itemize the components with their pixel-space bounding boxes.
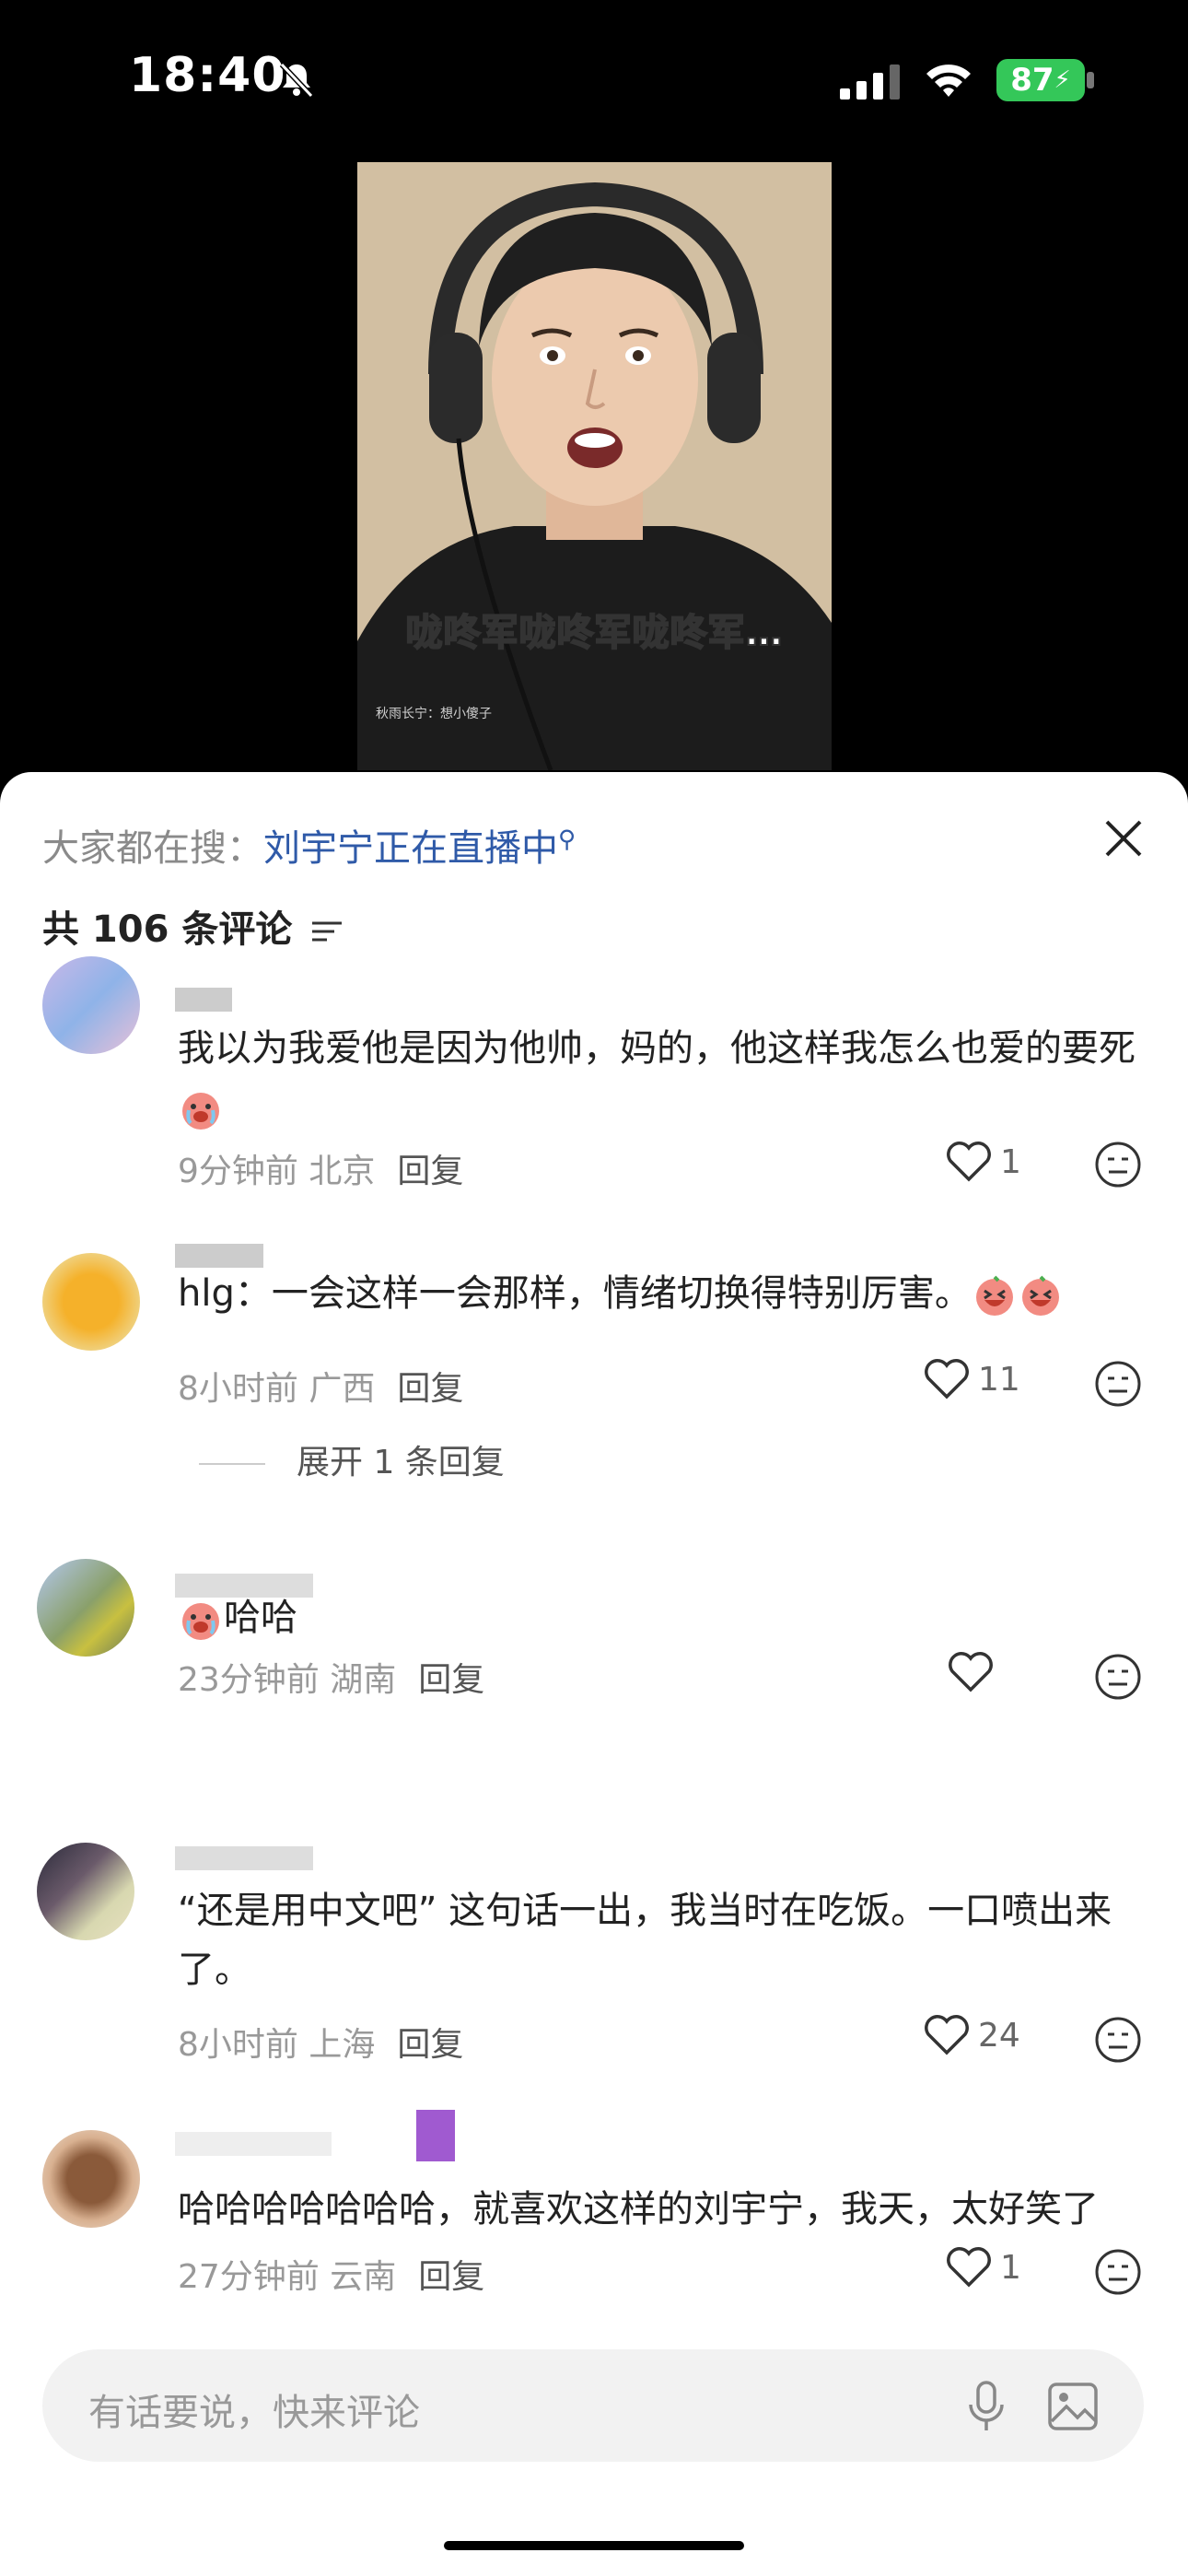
comment-input-placeholder: 有话要说，快来评论	[88, 2392, 420, 2434]
dislike-face-icon[interactable]	[1094, 2248, 1142, 2296]
status-time: 18:40	[129, 48, 286, 103]
comment-time: 8小时前	[178, 2026, 298, 2064]
comment-count: 共 106 条评论	[42, 899, 344, 953]
heart-icon	[925, 2015, 969, 2055]
expand-replies-label: 展开 1 条回复	[297, 1444, 505, 1481]
comment-meta: 9分钟前 北京 回复	[178, 1144, 463, 1192]
status-bar: 18:40 87 ⚡	[0, 0, 1188, 157]
comment-text: 哈哈哈哈哈哈哈，就喜欢这样的刘宇宁，我天，太好笑了	[178, 2180, 1145, 2239]
like-button[interactable]: 24	[923, 2014, 1020, 2056]
comment-time: 8小时前	[178, 1370, 298, 1408]
battery-indicator: 87 ⚡	[996, 59, 1085, 101]
laughing-emoji-icon	[1021, 1275, 1059, 1316]
comment-count-text: 共 106 条评论	[42, 908, 293, 951]
reply-button[interactable]: 回复	[397, 1153, 463, 1190]
expand-replies-button[interactable]: 展开 1 条回复	[199, 1435, 505, 1483]
like-count: 24	[978, 2016, 1020, 2055]
comment-time: 9分钟前	[178, 1153, 298, 1190]
home-indicator	[444, 2541, 744, 2550]
comment-text-content: hlg：一会这样一会那样，情绪切换得特别厉害。	[178, 1272, 972, 1315]
dislike-face-icon[interactable]	[1094, 1653, 1142, 1701]
search-link[interactable]: 刘宇宁正在直播中	[263, 827, 558, 870]
comment-input[interactable]: 有话要说，快来评论	[42, 2349, 1144, 2462]
reply-button[interactable]: 回复	[397, 1370, 463, 1408]
like-button[interactable]: 1	[945, 1141, 1021, 1183]
like-count: 1	[1000, 2248, 1021, 2287]
reply-button[interactable]: 回复	[397, 2026, 463, 2064]
search-icon: ⚲	[558, 825, 577, 854]
wifi-icon	[926, 64, 971, 97]
avatar[interactable]	[42, 1253, 140, 1351]
comment-meta: 8小时前 广西 回复	[178, 1362, 463, 1410]
search-suggestion[interactable]: 大家都在搜：刘宇宁正在直播中⚲	[42, 818, 576, 872]
comment-location: 云南	[330, 2258, 397, 2296]
heart-icon	[947, 1142, 991, 1182]
signal-icon	[840, 64, 900, 100]
reply-button[interactable]: 回复	[418, 2258, 484, 2296]
reply-button[interactable]: 回复	[418, 1661, 484, 1699]
username-blurred[interactable]	[175, 988, 232, 1012]
laughing-emoji-icon	[975, 1275, 1013, 1316]
sort-icon[interactable]	[310, 918, 344, 945]
comment-time: 23分钟前	[178, 1661, 320, 1699]
comment-meta: 23分钟前 湖南 回复	[178, 1653, 484, 1701]
battery-level: 87	[1010, 62, 1054, 99]
heart-icon	[947, 2247, 991, 2288]
avatar[interactable]	[42, 956, 140, 1054]
comment-meta: 8小时前 上海 回复	[178, 2018, 463, 2066]
close-icon[interactable]	[1098, 813, 1149, 864]
username-blurred[interactable]	[175, 2132, 332, 2156]
comment-text: 我以为我爱他是因为他帅，妈的，他这样我怎么也爱的要死	[178, 1019, 1145, 1137]
search-prefix: 大家都在搜：	[42, 827, 263, 870]
comment-time: 27分钟前	[178, 2258, 320, 2296]
comment-text: “还是用中文吧” 这句话一出，我当时在吃饭。一口喷出来了。	[178, 1881, 1145, 1999]
danmaku-text: 秋雨长宁：想小傻子	[376, 707, 492, 721]
comment-text-content: 哈哈哈哈哈哈哈，就喜欢这样的刘宇宁，我天，太好笑了	[178, 2188, 1099, 2231]
dislike-face-icon[interactable]	[1094, 1360, 1142, 1408]
comment-text-content: “还是用中文吧” 这句话一出，我当时在吃饭。一口喷出来了。	[178, 1890, 1112, 1991]
comment-text: hlg：一会这样一会那样，情绪切换得特别厉害。	[178, 1264, 1145, 1323]
comment-text: 哈哈	[178, 1588, 1145, 1647]
like-count: 11	[978, 1360, 1020, 1399]
comment-location: 湖南	[330, 1661, 397, 1699]
like-button[interactable]: 1	[945, 2246, 1021, 2289]
like-button[interactable]	[947, 1651, 1002, 1693]
comment-text-content: 我以为我爱他是因为他帅，妈的，他这样我怎么也爱的要死	[178, 1027, 1136, 1070]
video-frame	[357, 162, 832, 770]
heart-icon	[949, 1652, 993, 1692]
avatar[interactable]	[37, 1843, 134, 1940]
battery-cap	[1087, 72, 1094, 88]
avatar[interactable]	[37, 1559, 134, 1657]
comment-meta: 27分钟前 云南 回复	[178, 2250, 484, 2298]
crying-emoji-icon	[182, 1603, 219, 1640]
comment-location: 北京	[309, 1153, 376, 1190]
dislike-face-icon[interactable]	[1094, 1141, 1142, 1188]
like-count: 1	[1000, 1142, 1021, 1181]
like-button[interactable]: 11	[923, 1358, 1020, 1400]
expand-divider	[199, 1463, 265, 1465]
user-badge	[416, 2110, 455, 2161]
image-icon[interactable]	[1046, 2381, 1100, 2432]
avatar[interactable]	[42, 2130, 140, 2228]
dislike-face-icon[interactable]	[1094, 2016, 1142, 2064]
heart-icon	[925, 1359, 969, 1399]
username-blurred[interactable]	[175, 1846, 313, 1870]
comment-location: 广西	[309, 1370, 376, 1408]
crying-emoji-icon	[182, 1093, 219, 1130]
video-player[interactable]: 咙咚军咙咚军咙咚军… 秋雨长宁：想小傻子	[357, 162, 832, 770]
comment-text-content: 哈哈	[224, 1597, 297, 1639]
video-subtitle: 咙咚军咙咚军咙咚军…	[405, 611, 784, 655]
comment-panel: 大家都在搜：刘宇宁正在直播中⚲ 共 106 条评论 我以为我爱他是因为他帅，妈的…	[0, 772, 1188, 2576]
comment-location: 上海	[309, 2026, 376, 2064]
bell-slash-icon	[279, 62, 314, 99]
mic-icon[interactable]	[963, 2379, 1009, 2434]
